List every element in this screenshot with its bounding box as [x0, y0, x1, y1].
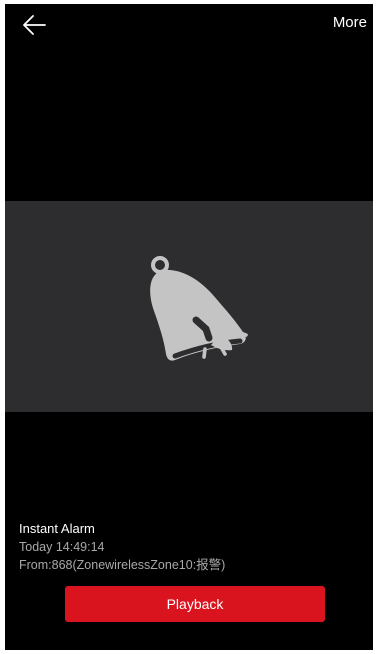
bell-icon: [150, 256, 248, 361]
alarm-title: Instant Alarm: [19, 521, 95, 536]
more-button[interactable]: More: [333, 14, 367, 32]
playback-button[interactable]: Playback: [65, 586, 325, 622]
alarm-source: From:868(ZonewirelessZone10:报警): [19, 558, 226, 572]
back-button[interactable]: [21, 13, 47, 37]
alarm-detail-screen: More Instant Alarm Today 14:49:14 From:8…: [0, 0, 378, 654]
arrow-left-icon: [23, 15, 46, 35]
alarm-preview-panel: [5, 201, 373, 412]
alarm-time: Today 14:49:14: [19, 540, 105, 554]
phone-content: More Instant Alarm Today 14:49:14 From:8…: [5, 4, 373, 650]
